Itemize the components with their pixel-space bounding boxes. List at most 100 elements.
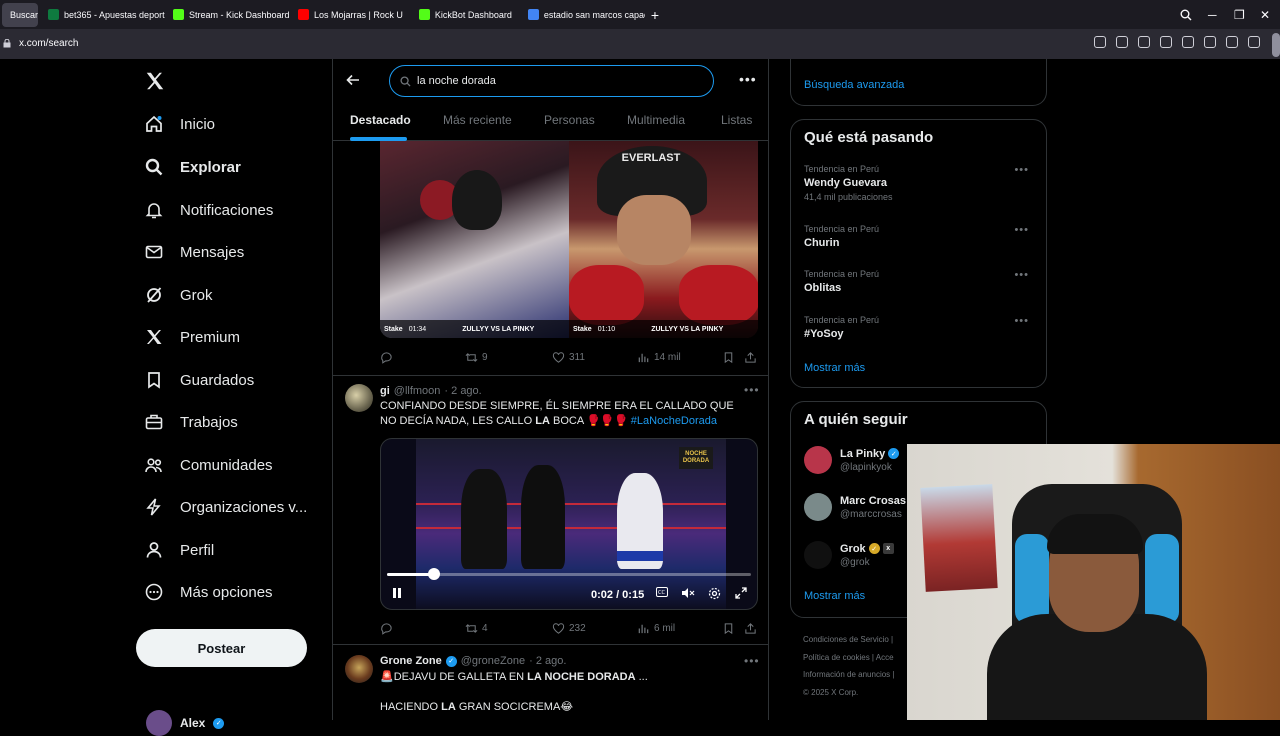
nav-item-trabajos[interactable]: Trabajos <box>144 402 238 442</box>
avatar[interactable] <box>345 384 373 412</box>
trend-more-icon[interactable]: ••• <box>1014 224 1029 236</box>
search-query[interactable]: la noche dorada <box>417 75 496 87</box>
trend-more-icon[interactable]: ••• <box>1014 315 1029 327</box>
new-tab-icon[interactable]: + <box>645 5 665 25</box>
bookmark-button[interactable] <box>722 351 735 364</box>
tweet-date[interactable]: · 2 ago. <box>529 655 566 667</box>
nav-item-organizaciones-v[interactable]: Organizaciones v... <box>144 487 307 527</box>
bookmark-button[interactable] <box>722 622 735 635</box>
wall-poster <box>920 484 998 592</box>
follow-title: A quién seguir <box>804 411 908 428</box>
heart-icon[interactable] <box>1182 36 1194 48</box>
search-input[interactable]: la noche dorada <box>389 65 714 97</box>
pause-icon[interactable] <box>391 587 403 599</box>
share-button[interactable] <box>744 351 757 364</box>
page-scrollbar[interactable] <box>1272 33 1280 57</box>
browser-tab[interactable]: Los Mojarras | Rock U <box>290 0 411 29</box>
person-icon <box>146 542 162 558</box>
browser-tab[interactable]: KickBot Dashboard <box>411 0 520 29</box>
nav-item-explorar[interactable]: Explorar <box>144 147 241 187</box>
settings-gear-icon[interactable] <box>708 587 721 600</box>
tab-personas[interactable]: Personas <box>544 113 595 127</box>
restore-icon[interactable]: ❐ <box>1234 0 1245 29</box>
tweet-more-icon[interactable]: ••• <box>744 654 760 668</box>
trend-more-icon[interactable]: ••• <box>1014 164 1029 176</box>
nav-item-perfil[interactable]: Perfil <box>144 530 214 570</box>
url-text[interactable]: x.com/search <box>19 38 78 49</box>
follow-suggestion[interactable]: Grok ✓ x @grok <box>804 541 894 569</box>
views-button[interactable]: 14 mil <box>637 351 681 364</box>
author-handle[interactable]: @llfmoon <box>394 385 441 397</box>
captions-icon[interactable]: CC <box>656 587 668 597</box>
nav-item-comunidades[interactable]: Comunidades <box>144 445 273 485</box>
search-icon <box>400 75 411 87</box>
download-icon[interactable] <box>1204 36 1216 48</box>
tweet-more-icon[interactable]: ••• <box>744 383 760 397</box>
author-name[interactable]: Grone Zone <box>380 655 442 667</box>
edit-icon[interactable] <box>1094 36 1106 48</box>
trend-count: 41,4 mil publicaciones <box>804 192 893 202</box>
browser-tab[interactable]: estadio san marcos capac <box>520 0 645 29</box>
back-arrow-icon[interactable] <box>345 72 361 88</box>
video-player[interactable]: NOCHE DORADA 0:02 / 0:15 CC <box>380 438 758 610</box>
follow-suggestion[interactable]: La Pinky ✓ @lapinkyok <box>804 446 900 474</box>
fullscreen-icon[interactable] <box>735 587 747 599</box>
url-bar[interactable]: x.com/search <box>0 29 1280 59</box>
play-icon[interactable] <box>1160 36 1172 48</box>
nav-item-mensajes[interactable]: Mensajes <box>144 232 244 272</box>
tab-mas-reciente[interactable]: Más reciente <box>443 113 512 127</box>
media-image-right[interactable]: EVERLAST Stake 01:10 ZULLYY VS LA PINKY <box>569 140 758 338</box>
briefcase-icon <box>145 414 163 430</box>
author-name[interactable]: gi <box>380 385 390 397</box>
follow-suggestion[interactable]: Marc Crosas @marccrosas <box>804 493 906 521</box>
follow-show-more-link[interactable]: Mostrar más <box>804 590 865 602</box>
mute-icon[interactable] <box>681 587 695 599</box>
trend-item[interactable]: Tendencia en Perú Churin ••• <box>804 224 1034 249</box>
tweet-date[interactable]: · 2 ago. <box>444 385 481 397</box>
nav-item-guardados[interactable]: Guardados <box>144 360 254 400</box>
account-icon[interactable] <box>1248 36 1260 48</box>
browser-tab[interactable]: bet365 - Apuestas deport <box>40 0 165 29</box>
author-handle[interactable]: @groneZone <box>461 655 525 667</box>
tab-listas[interactable]: Listas <box>721 113 752 127</box>
browser-tab[interactable]: Stream - Kick Dashboard <box>165 0 290 29</box>
views-button[interactable]: 6 mil <box>637 622 675 635</box>
tab-destacado[interactable]: Destacado <box>350 113 411 127</box>
more-options-icon[interactable]: ••• <box>739 71 757 87</box>
post-button[interactable]: Postear <box>136 629 307 667</box>
account-switcher[interactable]: Alex ✓ <box>146 710 225 736</box>
share-button[interactable] <box>744 622 757 635</box>
trend-item[interactable]: Tendencia en Perú Wendy Guevara 41,4 mil p… <box>804 164 1034 202</box>
nav-item-premium[interactable]: Premium <box>144 317 240 357</box>
tweet-media[interactable]: Stake 01:34 ZULLYY VS LA PINKY EVERLAST … <box>380 140 758 338</box>
repost-button[interactable]: 4 <box>465 622 488 635</box>
tab-multimedia[interactable]: Multimedia <box>627 113 685 127</box>
advanced-search-link[interactable]: Búsqueda avanzada <box>804 79 904 91</box>
nav-item-más-opciones[interactable]: Más opciones <box>144 572 273 612</box>
hashtag-link[interactable]: #LaNocheDorada <box>631 415 717 427</box>
trend-item[interactable]: Tendencia en Perú Oblitas ••• <box>804 269 1034 294</box>
browser-tab[interactable]: Buscar <box>2 2 38 27</box>
avatar[interactable] <box>345 655 373 683</box>
like-button[interactable]: 232 <box>552 622 586 635</box>
tweet-text: CONFIANDO DESDE SIEMPRE, ÉL SIEMPRE ERA … <box>380 399 750 429</box>
trends-show-more-link[interactable]: Mostrar más <box>804 362 865 374</box>
x-logo-icon[interactable] <box>144 70 166 92</box>
nav-item-notificaciones[interactable]: Notificaciones <box>144 190 273 230</box>
video-progress-bar[interactable] <box>387 568 751 580</box>
minimize-icon[interactable]: ─ <box>1208 0 1217 29</box>
reply-button[interactable] <box>380 622 393 635</box>
close-window-icon[interactable]: ✕ <box>1260 0 1270 29</box>
menu-icon[interactable] <box>1226 36 1238 48</box>
nav-item-inicio[interactable]: Inicio <box>144 104 215 144</box>
like-button[interactable]: 311 <box>552 351 585 364</box>
trend-more-icon[interactable]: ••• <box>1014 269 1029 281</box>
repost-button[interactable]: 9 <box>465 351 488 364</box>
nav-item-grok[interactable]: Grok <box>144 275 213 315</box>
reply-button[interactable] <box>380 351 393 364</box>
shield-icon[interactable] <box>1138 36 1150 48</box>
media-image-left[interactable]: Stake 01:34 ZULLYY VS LA PINKY <box>380 140 569 338</box>
browser-search-icon[interactable] <box>1180 0 1192 29</box>
screenshot-icon[interactable] <box>1116 36 1128 48</box>
trend-item[interactable]: Tendencia en Perú #YoSoy ••• <box>804 315 1034 340</box>
